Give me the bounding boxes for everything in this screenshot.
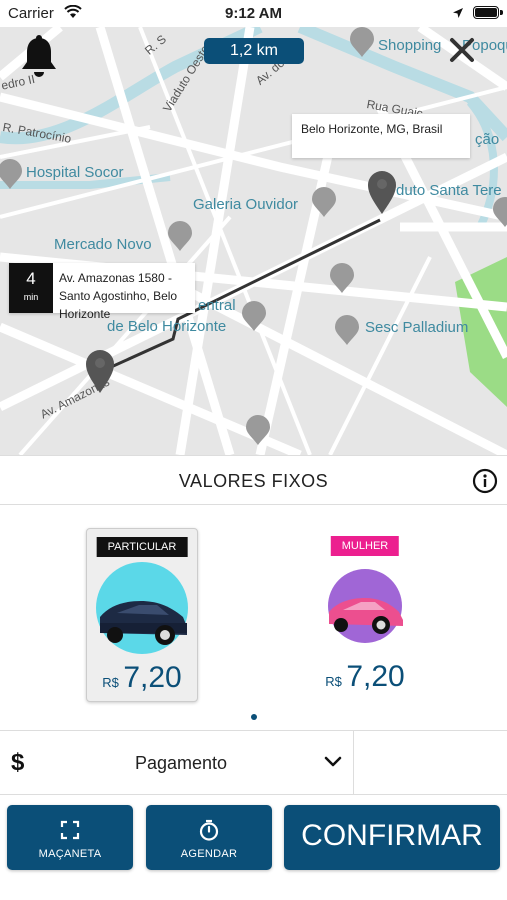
- map-label-central-a: entral: [198, 297, 236, 314]
- currency-mulher: R$: [325, 674, 342, 689]
- price-value-particular: 7,20: [123, 661, 182, 694]
- origin-eta: 4 min: [9, 263, 53, 313]
- macaneta-button[interactable]: MAÇANETA: [7, 805, 133, 870]
- origin-eta-unit: min: [23, 292, 39, 302]
- expand-icon: [60, 820, 80, 840]
- status-time: 9:12 AM: [225, 5, 282, 22]
- map-label-cao: ção: [475, 131, 500, 148]
- macaneta-label: MAÇANETA: [38, 848, 102, 860]
- confirmar-button[interactable]: CONFIRMAR: [284, 805, 500, 870]
- screen: Carrier 9:12 AM Shopping Popoq Hospital …: [0, 0, 507, 900]
- map-label-viaduto-santa: duto Santa Tere: [396, 182, 502, 199]
- timer-icon: [199, 819, 219, 841]
- fixed-values-title: VALORES FIXOS: [178, 471, 329, 491]
- page-indicator-dot: [251, 714, 257, 720]
- confirmar-label: CONFIRMAR: [301, 819, 483, 852]
- map-label-sesc: Sesc Palladium: [365, 319, 469, 336]
- location-arrow-icon: [453, 8, 463, 18]
- car-mulher-icon: [328, 569, 403, 643]
- battery-icon: [473, 6, 503, 19]
- payment-divider: [353, 731, 354, 795]
- close-icon[interactable]: [448, 36, 476, 64]
- origin-bubble: 4 min Av. Amazonas 1580 - Santo Agostinh…: [9, 263, 195, 321]
- origin-address: Av. Amazonas 1580 - Santo Agostinho, Bel…: [59, 271, 178, 321]
- agendar-button[interactable]: AGENDAR: [146, 805, 272, 870]
- chevron-down-icon[interactable]: [324, 755, 342, 769]
- map-label-galeria: Galeria Ouvidor: [193, 196, 299, 213]
- info-icon[interactable]: [472, 468, 498, 494]
- fixed-values-header: VALORES FIXOS: [0, 455, 507, 505]
- agendar-label: AGENDAR: [180, 848, 238, 860]
- price-mulher: R$ 7,20: [309, 660, 421, 694]
- distance-pill: 1,2 km: [204, 38, 304, 64]
- status-bar: Carrier 9:12 AM: [0, 0, 507, 27]
- car-particular-icon: [96, 562, 188, 654]
- bell-icon[interactable]: [20, 35, 58, 79]
- dollar-icon: $: [11, 749, 25, 776]
- destination-bubble: Belo Horizonte, MG, Brasil: [292, 114, 470, 158]
- option-mulher[interactable]: MULHER R$ 7,20: [309, 528, 421, 702]
- currency-particular: R$: [102, 675, 119, 690]
- price-value-mulher: 7,20: [346, 660, 405, 693]
- ride-options: PARTICULAR R$ 7,20 MULHER R$ 7,20: [0, 506, 507, 730]
- map-view[interactable]: Shopping Popoqu Hospital Socor Galeria O…: [0, 27, 507, 455]
- map-label-mercado: Mercado Novo: [54, 236, 152, 253]
- map-label-shopping: Shopping: [378, 37, 442, 54]
- price-particular: R$ 7,20: [87, 661, 197, 695]
- origin-eta-value: 4: [26, 269, 36, 288]
- payment-row[interactable]: $ Pagamento: [0, 730, 507, 795]
- badge-particular: PARTICULAR: [96, 537, 188, 557]
- badge-mulher: MULHER: [330, 536, 400, 556]
- payment-label: Pagamento: [135, 753, 228, 773]
- option-particular[interactable]: PARTICULAR R$ 7,20: [86, 528, 198, 702]
- map-label-hospital: Hospital Socor: [26, 164, 124, 181]
